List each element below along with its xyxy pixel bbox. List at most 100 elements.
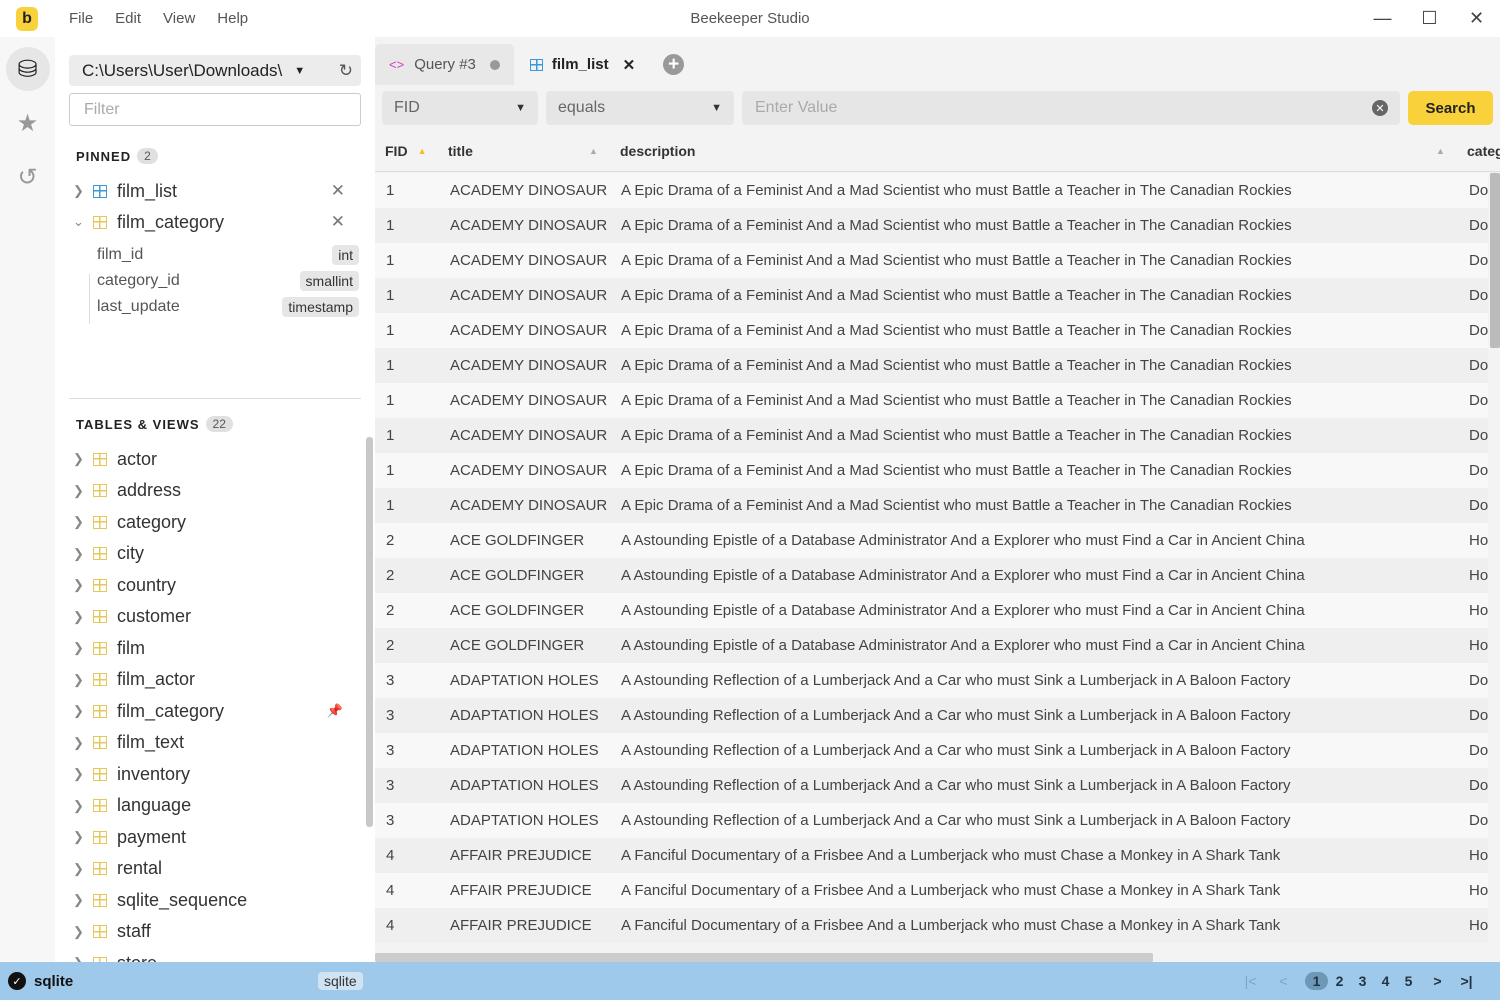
cell-fid[interactable]: 2 bbox=[386, 637, 394, 654]
table-row[interactable]: 2 ACE GOLDFINGER A Astounding Epistle of a… bbox=[375, 593, 1488, 628]
cell-description[interactable]: A Epic Drama of a Feminist And a Mad Sci… bbox=[621, 287, 1292, 304]
cell-title[interactable]: ACE GOLDFINGER bbox=[450, 567, 584, 584]
table-item-inventory[interactable]: ❯ inventory bbox=[73, 759, 363, 789]
cell-description[interactable]: A Epic Drama of a Feminist And a Mad Sci… bbox=[621, 182, 1292, 199]
cell-description[interactable]: A Astounding Reflection of a Lumberjack … bbox=[621, 707, 1291, 724]
cell-category[interactable]: Documentary bbox=[1469, 497, 1488, 514]
table-item-language[interactable]: ❯ language bbox=[73, 791, 363, 821]
chevron-right-icon[interactable]: ❯ bbox=[73, 183, 87, 199]
table-item-staff[interactable]: ❯ staff bbox=[73, 917, 363, 947]
table-item-address[interactable]: ❯ address bbox=[73, 476, 363, 506]
cell-title[interactable]: ACADEMY DINOSAUR bbox=[450, 462, 607, 479]
cell-fid[interactable]: 1 bbox=[386, 357, 394, 374]
chevron-right-icon[interactable]: ❯ bbox=[73, 609, 87, 625]
table-row[interactable]: 1 ACADEMY DINOSAUR A Epic Drama of a Femin… bbox=[375, 243, 1488, 278]
cell-description[interactable]: A Epic Drama of a Feminist And a Mad Sci… bbox=[621, 322, 1292, 339]
cell-description[interactable]: A Epic Drama of a Feminist And a Mad Sci… bbox=[621, 392, 1292, 409]
close-window-icon[interactable]: ✕ bbox=[1453, 0, 1500, 37]
chevron-right-icon[interactable]: ❯ bbox=[73, 892, 87, 908]
chevron-down-icon[interactable]: ⌄ bbox=[73, 214, 87, 230]
value-input[interactable] bbox=[742, 91, 1400, 125]
chevron-right-icon[interactable]: ❯ bbox=[73, 924, 87, 940]
cell-category[interactable]: Documentary bbox=[1469, 287, 1488, 304]
cell-title[interactable]: ACADEMY DINOSAUR bbox=[450, 287, 607, 304]
star-icon[interactable]: ★ bbox=[6, 101, 50, 145]
table-item-category[interactable]: ❯ category bbox=[73, 507, 363, 537]
table-item-customer[interactable]: ❯ customer bbox=[73, 602, 363, 632]
cell-fid[interactable]: 2 bbox=[386, 532, 394, 549]
menu-view[interactable]: View bbox=[152, 10, 206, 27]
page-5[interactable]: 5 bbox=[1397, 973, 1420, 989]
cell-category[interactable]: Documentary bbox=[1469, 462, 1488, 479]
vertical-scrollbar[interactable] bbox=[1490, 173, 1500, 348]
column-select[interactable]: FID ▼ bbox=[382, 91, 538, 125]
cell-category[interactable]: Documentary bbox=[1469, 742, 1488, 759]
cell-category[interactable]: Documentary bbox=[1469, 707, 1488, 724]
cell-fid[interactable]: 3 bbox=[386, 812, 394, 829]
page-2[interactable]: 2 bbox=[1328, 973, 1351, 989]
table-row[interactable]: 1 ACADEMY DINOSAUR A Epic Drama of a Femin… bbox=[375, 348, 1488, 383]
table-item-film-text[interactable]: ❯ film_text bbox=[73, 728, 363, 758]
cell-category[interactable]: Horror bbox=[1469, 917, 1488, 934]
unpin-icon[interactable]: ✕ bbox=[331, 212, 345, 232]
sort-asc-icon[interactable]: ▲ bbox=[418, 146, 427, 156]
cell-category[interactable]: Documentary bbox=[1469, 427, 1488, 444]
cell-category[interactable]: Horror bbox=[1469, 637, 1488, 654]
table-row[interactable]: 4 AFFAIR PREJUDICE A Fanciful Documentary … bbox=[375, 873, 1488, 908]
last-page-icon[interactable]: >| bbox=[1455, 973, 1478, 989]
table-row[interactable]: 1 ACADEMY DINOSAUR A Epic Drama of a Femin… bbox=[375, 383, 1488, 418]
cell-fid[interactable]: 1 bbox=[386, 182, 394, 199]
table-item-payment[interactable]: ❯ payment bbox=[73, 822, 363, 852]
cell-category[interactable]: Documentary bbox=[1469, 182, 1488, 199]
cell-title[interactable]: ACADEMY DINOSAUR bbox=[450, 427, 607, 444]
cell-category[interactable]: Documentary bbox=[1469, 252, 1488, 269]
table-item-rental[interactable]: ❯ rental bbox=[73, 854, 363, 884]
table-item-city[interactable]: ❯ city bbox=[73, 539, 363, 569]
minimize-icon[interactable]: — bbox=[1359, 0, 1406, 37]
filter-input[interactable] bbox=[69, 93, 361, 126]
header-category[interactable]: category bbox=[1467, 143, 1500, 159]
cell-title[interactable]: ADAPTATION HOLES bbox=[450, 707, 599, 724]
table-row[interactable]: 1 ACADEMY DINOSAUR A Epic Drama of a Femin… bbox=[375, 208, 1488, 243]
cell-category[interactable]: Horror bbox=[1469, 602, 1488, 619]
cell-title[interactable]: ADAPTATION HOLES bbox=[450, 812, 599, 829]
close-icon[interactable]: ✕ bbox=[623, 56, 636, 74]
table-row[interactable]: 3 ADAPTATION HOLES A Astounding Reflection… bbox=[375, 698, 1488, 733]
chevron-right-icon[interactable]: ❯ bbox=[73, 766, 87, 782]
table-row[interactable]: 1 ACADEMY DINOSAUR A Epic Drama of a Femin… bbox=[375, 173, 1488, 208]
chevron-right-icon[interactable]: ❯ bbox=[73, 640, 87, 656]
connection-selector[interactable]: C:\Users\User\Downloads\ ▼ ↻ bbox=[69, 55, 361, 86]
cell-fid[interactable]: 4 bbox=[386, 917, 394, 934]
cell-title[interactable]: AFFAIR PREJUDICE bbox=[450, 882, 592, 899]
cell-description[interactable]: A Epic Drama of a Feminist And a Mad Sci… bbox=[621, 497, 1292, 514]
cell-description[interactable]: A Astounding Reflection of a Lumberjack … bbox=[621, 672, 1291, 689]
chevron-right-icon[interactable]: ❯ bbox=[73, 672, 87, 688]
menu-file[interactable]: File bbox=[58, 10, 104, 27]
cell-title[interactable]: ACADEMY DINOSAUR bbox=[450, 497, 607, 514]
cell-category[interactable]: Documentary bbox=[1469, 777, 1488, 794]
first-page-icon[interactable]: |< bbox=[1239, 973, 1262, 989]
horizontal-scrollbar[interactable] bbox=[375, 953, 1153, 962]
cell-category[interactable]: Documentary bbox=[1469, 392, 1488, 409]
cell-category[interactable]: Horror bbox=[1469, 847, 1488, 864]
table-row[interactable]: 3 ADAPTATION HOLES A Astounding Reflection… bbox=[375, 663, 1488, 698]
cell-title[interactable]: ADAPTATION HOLES bbox=[450, 672, 599, 689]
history-icon[interactable]: ↺ bbox=[6, 155, 50, 199]
cell-title[interactable]: ACADEMY DINOSAUR bbox=[450, 322, 607, 339]
chevron-right-icon[interactable]: ❯ bbox=[73, 451, 87, 467]
cell-title[interactable]: AFFAIR PREJUDICE bbox=[450, 847, 592, 864]
cell-category[interactable]: Documentary bbox=[1469, 812, 1488, 829]
cell-category[interactable]: Documentary bbox=[1469, 217, 1488, 234]
cell-description[interactable]: A Fanciful Documentary of a Frisbee And … bbox=[621, 847, 1280, 864]
cell-description[interactable]: A Fanciful Documentary of a Frisbee And … bbox=[621, 882, 1280, 899]
cell-fid[interactable]: 2 bbox=[386, 567, 394, 584]
refresh-icon[interactable]: ↻ bbox=[339, 61, 353, 81]
tab-film-list[interactable]: film_list ✕ bbox=[515, 44, 650, 85]
cell-title[interactable]: ACE GOLDFINGER bbox=[450, 637, 584, 654]
cell-fid[interactable]: 1 bbox=[386, 462, 394, 479]
cell-title[interactable]: ACE GOLDFINGER bbox=[450, 602, 584, 619]
table-row[interactable]: 2 ACE GOLDFINGER A Astounding Epistle of a… bbox=[375, 558, 1488, 593]
cell-fid[interactable]: 4 bbox=[386, 847, 394, 864]
cell-fid[interactable]: 1 bbox=[386, 217, 394, 234]
cell-description[interactable]: A Astounding Reflection of a Lumberjack … bbox=[621, 777, 1291, 794]
